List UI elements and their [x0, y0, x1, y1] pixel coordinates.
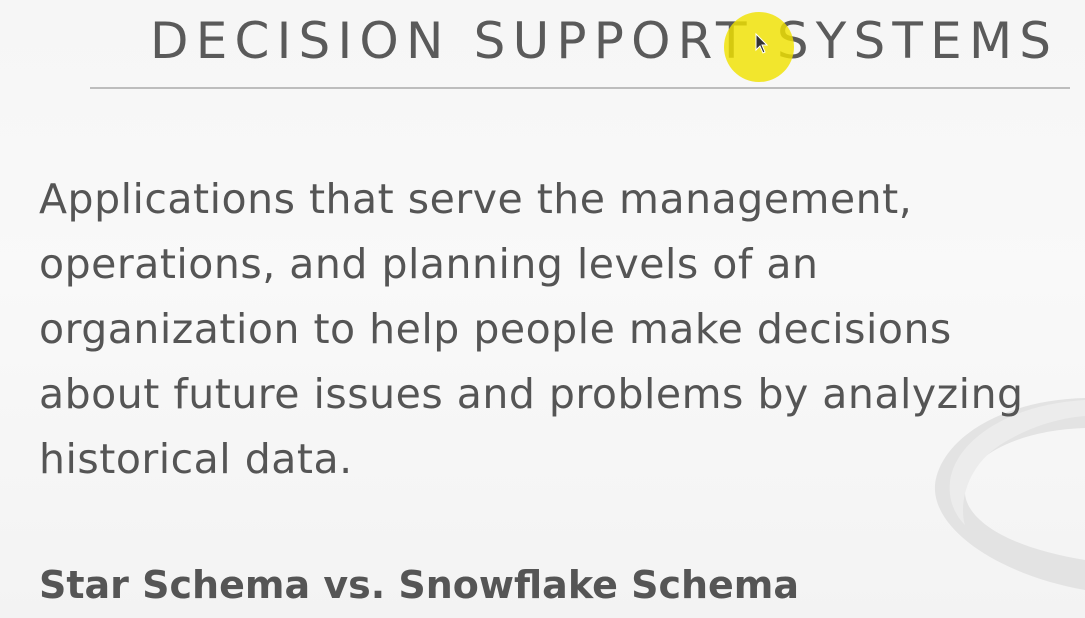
body-line: about future issues and problems by anal… [39, 370, 1024, 418]
slide-title: DECISION SUPPORT SYSTEMS [150, 12, 1059, 70]
body-line: Applications that serve the management, [39, 175, 913, 223]
title-divider [90, 87, 1070, 89]
mouse-cursor-icon [755, 32, 769, 54]
slide-subheading: Star Schema vs. Snowflake Schema [39, 563, 800, 607]
body-line: operations, and planning levels of an [39, 240, 819, 288]
body-line: organization to help people make decisio… [39, 305, 952, 353]
presentation-slide: DECISION SUPPORT SYSTEMS Applications th… [0, 0, 1085, 618]
body-line: historical data. [39, 435, 353, 483]
slide-body-text: Applications that serve the management, … [39, 167, 1079, 492]
